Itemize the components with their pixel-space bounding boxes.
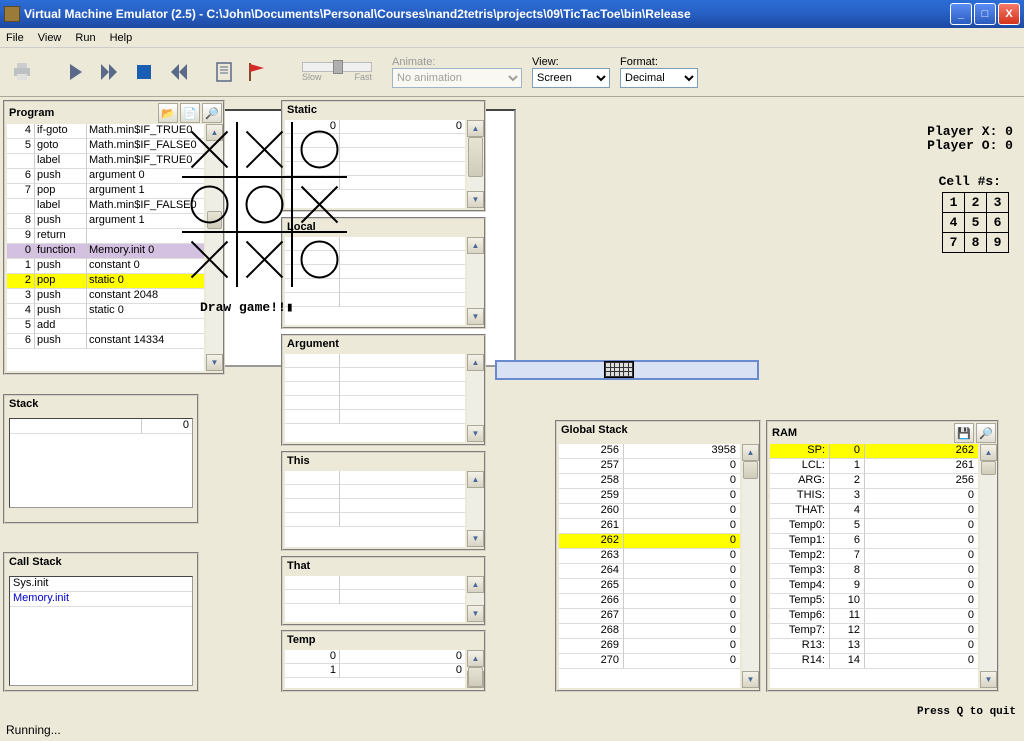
ram-row[interactable]: R14:140 bbox=[770, 654, 978, 669]
ram-row[interactable]: Temp3:80 bbox=[770, 564, 978, 579]
view-label: View: bbox=[532, 56, 610, 68]
status-text: Running... bbox=[6, 723, 61, 737]
titlebar: Virtual Machine Emulator (2.5) - C:\John… bbox=[0, 0, 1024, 28]
globalstack-row[interactable]: 2690 bbox=[559, 639, 740, 654]
app-icon bbox=[4, 6, 20, 22]
ram-row[interactable]: SP:0262 bbox=[770, 444, 978, 459]
quit-message: Press Q to quit bbox=[917, 706, 1016, 718]
ram-row[interactable]: Temp1:60 bbox=[770, 534, 978, 549]
ram-title: RAM bbox=[768, 425, 801, 441]
cell-header: Cell #s: bbox=[939, 174, 1001, 189]
ram-row[interactable]: THIS:30 bbox=[770, 489, 978, 504]
menu-view[interactable]: View bbox=[38, 32, 62, 44]
close-button[interactable]: X bbox=[998, 3, 1020, 25]
menu-file[interactable]: File bbox=[6, 32, 24, 44]
fast-label: Fast bbox=[354, 72, 372, 82]
menu-run[interactable]: Run bbox=[75, 32, 95, 44]
globalstack-body: 2563958257025802590260026102620263026402… bbox=[559, 444, 740, 688]
maximize-button[interactable]: □ bbox=[974, 3, 996, 25]
globalstack-row[interactable]: 2570 bbox=[559, 459, 740, 474]
format-select[interactable]: Decimal bbox=[620, 68, 698, 88]
ram-body: SP:0262LCL:1261ARG:2256THIS:30THAT:40Tem… bbox=[770, 444, 978, 688]
globalstack-row[interactable]: 2680 bbox=[559, 624, 740, 639]
ram-row[interactable]: Temp0:50 bbox=[770, 519, 978, 534]
minimize-button[interactable]: _ bbox=[950, 3, 972, 25]
print-icon[interactable] bbox=[8, 58, 36, 86]
globalstack-scrollbar[interactable]: ▲▼ bbox=[742, 444, 759, 688]
slow-label: Slow bbox=[302, 72, 322, 82]
stop-icon[interactable] bbox=[130, 58, 158, 86]
globalstack-row[interactable]: 2620 bbox=[559, 534, 740, 549]
menu-help[interactable]: Help bbox=[110, 32, 133, 44]
menubar: File View Run Help bbox=[0, 28, 1024, 48]
ram-row[interactable]: LCL:1261 bbox=[770, 459, 978, 474]
globalstack-row[interactable]: 2630 bbox=[559, 549, 740, 564]
keyboard-icon bbox=[604, 361, 634, 378]
statusbar: Running... bbox=[0, 721, 1024, 741]
script-icon[interactable] bbox=[210, 58, 238, 86]
animate-label: Animate: bbox=[392, 56, 522, 68]
globalstack-row[interactable]: 2640 bbox=[559, 564, 740, 579]
format-label: Format: bbox=[620, 56, 698, 68]
flag-icon[interactable] bbox=[244, 58, 272, 86]
ram-panel: RAM 💾 🔎 SP:0262LCL:1261ARG:2256THIS:30TH… bbox=[766, 420, 999, 692]
globalstack-row[interactable]: 2670 bbox=[559, 609, 740, 624]
ram-row[interactable]: ARG:2256 bbox=[770, 474, 978, 489]
globalstack-row[interactable]: 2650 bbox=[559, 579, 740, 594]
draw-message: Draw game!!▮ bbox=[200, 300, 294, 315]
view-select[interactable]: Screen bbox=[532, 68, 610, 88]
ram-scrollbar[interactable]: ▲▼ bbox=[980, 444, 997, 688]
ram-row[interactable]: Temp4:90 bbox=[770, 579, 978, 594]
ram-row[interactable]: Temp7:120 bbox=[770, 624, 978, 639]
toolbar: Slow Fast Animate: No animation View: Sc… bbox=[0, 48, 1024, 97]
ram-row[interactable]: Temp5:100 bbox=[770, 594, 978, 609]
cell-number-grid: 123456789 bbox=[942, 192, 1009, 253]
screen-panel: Player X: 0 Player O: 0 Cell #s: 1234567… bbox=[12, 109, 516, 367]
globalstack-row[interactable]: 2660 bbox=[559, 594, 740, 609]
player-o-score: Player O: 0 bbox=[927, 138, 1013, 153]
ram-row[interactable]: Temp2:70 bbox=[770, 549, 978, 564]
globalstack-row[interactable]: 2610 bbox=[559, 519, 740, 534]
rewind-icon[interactable] bbox=[164, 58, 192, 86]
globalstack-title: Global Stack bbox=[557, 422, 759, 438]
animate-select[interactable]: No animation bbox=[392, 68, 522, 88]
globalstack-row[interactable]: 2563958 bbox=[559, 444, 740, 459]
globalstack-row[interactable]: 2580 bbox=[559, 474, 740, 489]
game-board bbox=[177, 117, 347, 287]
window-title: Virtual Machine Emulator (2.5) - C:\John… bbox=[24, 7, 950, 21]
globalstack-row[interactable]: 2600 bbox=[559, 504, 740, 519]
fast-forward-icon[interactable] bbox=[96, 58, 124, 86]
ram-save-icon[interactable]: 💾 bbox=[954, 423, 974, 443]
globalstack-row[interactable]: 2590 bbox=[559, 489, 740, 504]
ram-search-icon[interactable]: 🔎 bbox=[976, 423, 996, 443]
ram-row[interactable]: THAT:40 bbox=[770, 504, 978, 519]
ram-row[interactable]: R13:130 bbox=[770, 639, 978, 654]
player-x-score: Player X: 0 bbox=[927, 124, 1013, 139]
globalstack-panel: Global Stack 256395825702580259026002610… bbox=[555, 420, 761, 692]
globalstack-row[interactable]: 2700 bbox=[559, 654, 740, 669]
workspace: Program 📂 📄 🔎 4if-gotoMath.min$IF_TRUE05… bbox=[0, 97, 1024, 721]
step-icon[interactable] bbox=[62, 58, 90, 86]
speed-slider[interactable]: Slow Fast bbox=[302, 62, 372, 82]
ram-row[interactable]: Temp6:110 bbox=[770, 609, 978, 624]
